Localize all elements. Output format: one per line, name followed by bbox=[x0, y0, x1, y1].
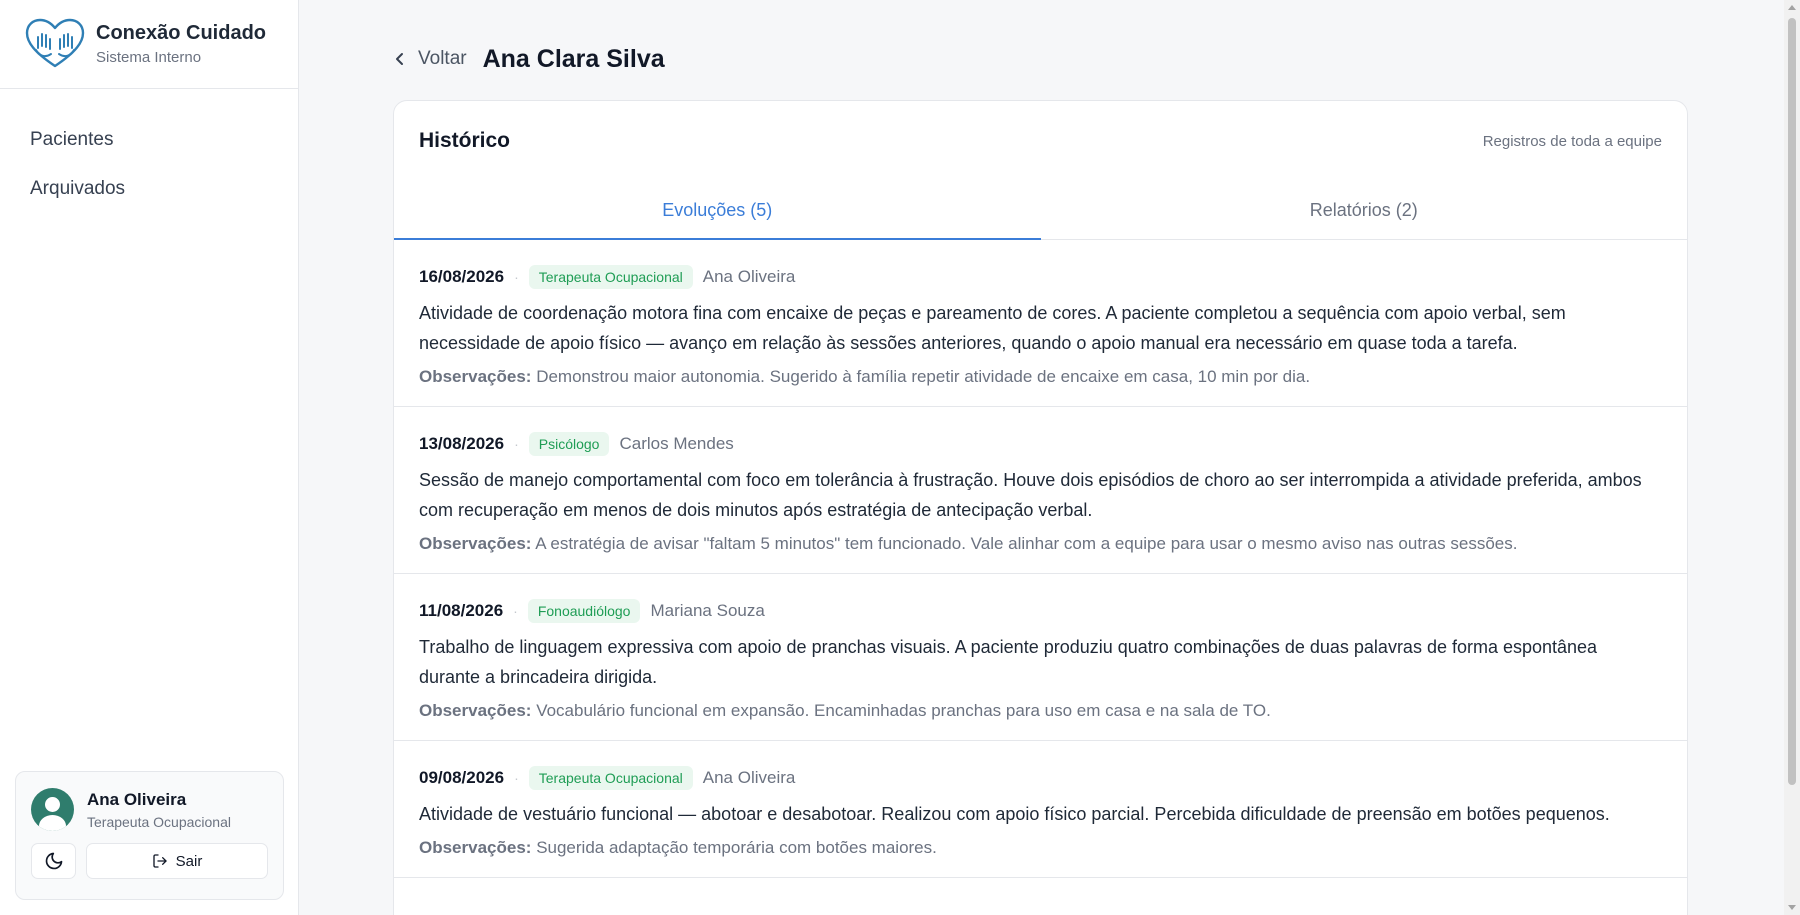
back-button[interactable]: Voltar bbox=[394, 48, 467, 70]
chevron-left-icon bbox=[396, 53, 403, 65]
page-scrollbar[interactable] bbox=[1784, 0, 1800, 915]
entry-date: 11/08/2026 bbox=[419, 601, 504, 620]
logout-icon bbox=[152, 854, 167, 868]
role-badge: Fonoaudiólogo bbox=[527, 599, 641, 623]
obs-label: Observações: bbox=[419, 367, 532, 386]
list-item: 11/08/2026 · Fonoaudiólogo Mariana Souza… bbox=[394, 574, 1687, 741]
entry-date: 13/08/2026 bbox=[419, 434, 505, 453]
history-card: Histórico Registros de toda a equipe Evo… bbox=[393, 100, 1688, 915]
brand: Conexão Cuidado Sistema Interno bbox=[0, 0, 298, 89]
entry-text: Atividade de coordenação motora fina com… bbox=[419, 303, 1566, 353]
logout-button[interactable]: Sair bbox=[86, 843, 268, 879]
separator-dot: · bbox=[513, 603, 518, 619]
history-tabs: Evoluções (5) Relatórios (2) bbox=[394, 181, 1687, 240]
separator-dot: · bbox=[514, 269, 519, 285]
obs-text: Vocabulário funcional em expansão. Encam… bbox=[536, 701, 1271, 720]
separator-dot: · bbox=[514, 436, 519, 452]
user-card: Ana Oliveira Terapeuta Ocupacional Sair bbox=[15, 771, 284, 900]
entry-observations: Observações: Demonstrou maior autonomia.… bbox=[419, 367, 1662, 387]
scroll-down-icon[interactable] bbox=[1788, 905, 1796, 910]
entry-observations: Observações: A estratégia de avisar "fal… bbox=[419, 534, 1662, 554]
sidebar-item-arquivados[interactable]: Arquivados bbox=[0, 164, 298, 213]
heart-hands-icon bbox=[25, 18, 85, 68]
entry-author: Carlos Mendes bbox=[619, 434, 734, 453]
avatar bbox=[31, 788, 74, 831]
moon-icon bbox=[45, 852, 62, 870]
obs-text: Demonstrou maior autonomia. Sugerido à f… bbox=[536, 367, 1311, 386]
page-title: Ana Clara Silva bbox=[482, 44, 665, 73]
obs-label: Observações: bbox=[419, 838, 532, 857]
entry-author: Ana Oliveira bbox=[702, 768, 796, 787]
list-item: 09/08/2026 · Terapeuta Ocupacional Ana O… bbox=[394, 741, 1687, 878]
entry-observations: Observações: Sugerida adaptação temporár… bbox=[419, 838, 1662, 858]
history-note: Registros de toda a equipe bbox=[1482, 132, 1662, 150]
tab-relatorios[interactable]: Relatórios (2) bbox=[1041, 181, 1688, 239]
entry-observations: Observações: Vocabulário funcional em ex… bbox=[419, 701, 1662, 721]
history-title: Histórico bbox=[419, 129, 511, 152]
list-item: 13/08/2026 · Psicólogo Carlos Mendes Ses… bbox=[394, 407, 1687, 574]
list-item: 16/08/2026 · Terapeuta Ocupacional Ana O… bbox=[394, 240, 1687, 407]
entry-author: Ana Oliveira bbox=[702, 267, 796, 286]
scrollbar-thumb[interactable] bbox=[1788, 18, 1796, 785]
sidebar-item-pacientes[interactable]: Pacientes bbox=[0, 115, 298, 164]
obs-label: Observações: bbox=[419, 534, 532, 553]
entry-author: Mariana Souza bbox=[650, 601, 765, 620]
role-badge: Psicólogo bbox=[528, 432, 610, 456]
role-badge: Terapeuta Ocupacional bbox=[528, 766, 693, 790]
entry-date: 09/08/2026 bbox=[419, 768, 505, 787]
user-role: Terapeuta Ocupacional bbox=[87, 813, 231, 830]
back-label: Voltar bbox=[418, 48, 467, 69]
entry-text: Sessão de manejo comportamental com foco… bbox=[419, 470, 1642, 520]
role-badge: Terapeuta Ocupacional bbox=[528, 265, 693, 289]
entry-text: Atividade de vestuário funcional — aboto… bbox=[419, 804, 1610, 824]
logout-label: Sair bbox=[175, 852, 203, 870]
obs-text: Sugerida adaptação temporária com botões… bbox=[536, 838, 937, 857]
sidebar-nav: Pacientes Arquivados bbox=[0, 89, 298, 213]
brand-subtitle: Sistema Interno bbox=[96, 49, 202, 66]
obs-text: A estratégia de avisar "faltam 5 minutos… bbox=[535, 534, 1518, 553]
separator-dot: · bbox=[514, 770, 519, 786]
page-header: Voltar Ana Clara Silva bbox=[394, 42, 665, 76]
entry-date: 16/08/2026 bbox=[419, 267, 505, 286]
scroll-up-icon[interactable] bbox=[1788, 5, 1796, 10]
user-name: Ana Oliveira bbox=[87, 789, 187, 809]
entry-text: Trabalho de linguagem expressiva com apo… bbox=[419, 637, 1598, 687]
obs-label: Observações: bbox=[419, 701, 532, 720]
theme-toggle-button[interactable] bbox=[31, 843, 76, 879]
tab-evolucoes[interactable]: Evoluções (5) bbox=[394, 181, 1041, 240]
sidebar: Conexão Cuidado Sistema Interno Paciente… bbox=[0, 0, 299, 915]
brand-title: Conexão Cuidado bbox=[96, 22, 267, 44]
